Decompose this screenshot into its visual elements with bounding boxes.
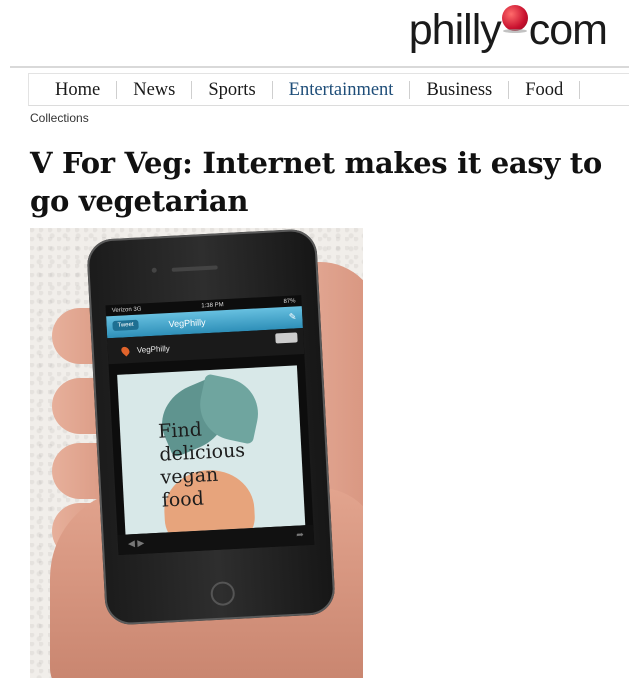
photo-smartphone: Verizon 3G 1:38 PM 87% Tweet VegPhilly ✎… <box>86 228 336 626</box>
phone-promo-image: Find delicious vegan food <box>117 365 306 535</box>
phone-screen: Verizon 3G 1:38 PM 87% Tweet VegPhilly ✎… <box>105 295 315 556</box>
promo-text: Find delicious vegan food <box>157 418 246 512</box>
site-logo[interactable]: philly com <box>408 5 608 54</box>
phone-home-button <box>210 581 236 607</box>
nav-divider <box>579 80 581 99</box>
nav-item-business[interactable]: Business <box>410 79 508 101</box>
phone-tweet-button: Tweet <box>112 319 139 332</box>
logo-dot-icon <box>501 5 528 33</box>
nav-wrapper: Home News Sports Entertainment Business … <box>10 66 629 106</box>
nav-item-sports[interactable]: Sports <box>192 79 271 101</box>
phone-speaker <box>171 265 218 272</box>
nav-item-entertainment[interactable]: Entertainment <box>273 79 410 101</box>
phone-profile-name: VegPhilly <box>136 343 170 355</box>
phone-app-title: VegPhilly <box>168 317 206 330</box>
main-nav: Home News Sports Entertainment Business … <box>28 73 629 106</box>
nav-item-news[interactable]: News <box>117 79 191 101</box>
phone-location-pin-icon <box>119 344 132 356</box>
logo-text-left: philly <box>408 5 502 54</box>
nav-item-home[interactable]: Home <box>29 79 116 101</box>
phone-time: 1:38 PM <box>201 301 224 309</box>
logo-text-right: com <box>528 5 608 54</box>
breadcrumb-collections[interactable]: Collections <box>30 111 89 125</box>
phone-row-button <box>275 332 298 344</box>
phone-carrier: Verizon 3G <box>111 305 142 314</box>
phone-camera <box>151 267 157 273</box>
article-photo: Verizon 3G 1:38 PM 87% Tweet VegPhilly ✎… <box>30 228 363 678</box>
nav-item-food[interactable]: Food <box>509 79 579 101</box>
phone-battery: 87% <box>283 297 296 305</box>
phone-compose-icon: ✎ <box>288 311 297 322</box>
phone-share-icon: ➦ <box>295 529 305 540</box>
phone-back-icon: ◀ ▶ <box>127 537 145 549</box>
article-headline: V For Veg: Internet makes it easy to go … <box>30 146 602 218</box>
